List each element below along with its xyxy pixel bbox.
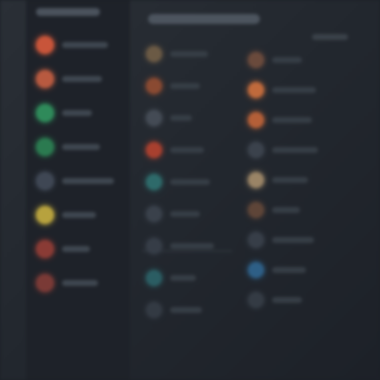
sidebar-item-label [62,110,92,116]
header-action[interactable] [312,34,348,40]
sidebar-item-label [62,42,108,48]
tan-circle-icon [248,172,264,188]
orange-circle-icon [36,36,54,54]
right-column-item[interactable] [248,200,348,220]
gray-circle-icon [146,110,162,126]
right-column-item-label [272,237,314,243]
gray-circle-icon [146,206,162,222]
right-column-item-label [272,207,300,213]
middle-column-item-label [170,83,200,89]
orange-circle-icon [146,78,162,94]
yellow-circle-icon [36,206,54,224]
right-column-item-label [272,177,308,183]
right-column-item[interactable] [248,170,348,190]
sidebar-item[interactable] [36,272,116,294]
right-column-item-label [272,267,306,273]
orange-circle-icon [248,82,264,98]
orange-circle-icon [36,70,54,88]
sidebar-item-label [62,76,102,82]
teal-circle-icon [146,174,162,190]
middle-column-item[interactable] [146,268,246,288]
green-circle-icon [36,104,54,122]
middle-column-item[interactable] [146,300,246,320]
brown-circle-icon [248,52,264,68]
gray-circle-icon [248,232,264,248]
gray-circle-icon [248,142,264,158]
middle-column-item-label [170,51,208,57]
blue-circle-icon [248,262,264,278]
middle-column-item[interactable] [146,172,246,192]
right-column-item[interactable] [248,260,348,280]
sidebar-title [36,8,100,16]
middle-column-item[interactable] [146,204,246,224]
middle-column-item-label [170,115,192,121]
right-column-item[interactable] [248,110,348,130]
gray-circle-icon [146,238,162,254]
middle-column-item[interactable] [146,76,246,96]
right-column-item-label [272,57,302,63]
middle-column-item[interactable] [146,236,246,256]
gray-circle-icon [36,172,54,190]
middle-column-item[interactable] [146,44,246,64]
red-circle-icon [36,240,54,258]
blurred-app-screen [0,0,380,380]
tan-circle-icon [146,46,162,62]
green-circle-icon [36,138,54,156]
gray-circle-icon [248,292,264,308]
middle-column-item-label [170,211,200,217]
right-column-item[interactable] [248,80,348,100]
sidebar-item[interactable] [36,68,116,90]
gray-circle-icon [146,302,162,318]
right-column-item[interactable] [248,290,348,310]
right-column-item-label [272,297,302,303]
sidebar-item[interactable] [36,102,116,124]
sidebar-item[interactable] [36,34,116,56]
orange-circle-icon [248,112,264,128]
sidebar-item[interactable] [36,204,116,226]
sidebar-item[interactable] [36,136,116,158]
red-circle-icon [146,142,162,158]
right-column-item-label [272,117,312,123]
red-circle-icon [36,274,54,292]
sidebar-item-label [62,246,90,252]
middle-column-item[interactable] [146,108,246,128]
right-column-item[interactable] [248,50,348,70]
sidebar-item-label [62,144,100,150]
sidebar-item-label [62,178,114,184]
right-column-item-label [272,87,316,93]
middle-column-item-label [170,307,202,313]
brown-circle-icon [248,202,264,218]
right-column-item[interactable] [248,140,348,160]
main-header [148,14,260,24]
middle-column-item[interactable] [146,140,246,160]
teal-circle-icon [146,270,162,286]
middle-column-item-label [170,147,204,153]
middle-column-item-label [170,179,210,185]
sidebar-item-label [62,212,96,218]
sidebar-item[interactable] [36,170,116,192]
right-column-item[interactable] [248,230,348,250]
sidebar-item-label [62,280,98,286]
middle-column-item-label [170,275,196,281]
middle-column-item-label [170,243,214,249]
sidebar-item[interactable] [36,238,116,260]
right-column-item-label [272,147,318,153]
